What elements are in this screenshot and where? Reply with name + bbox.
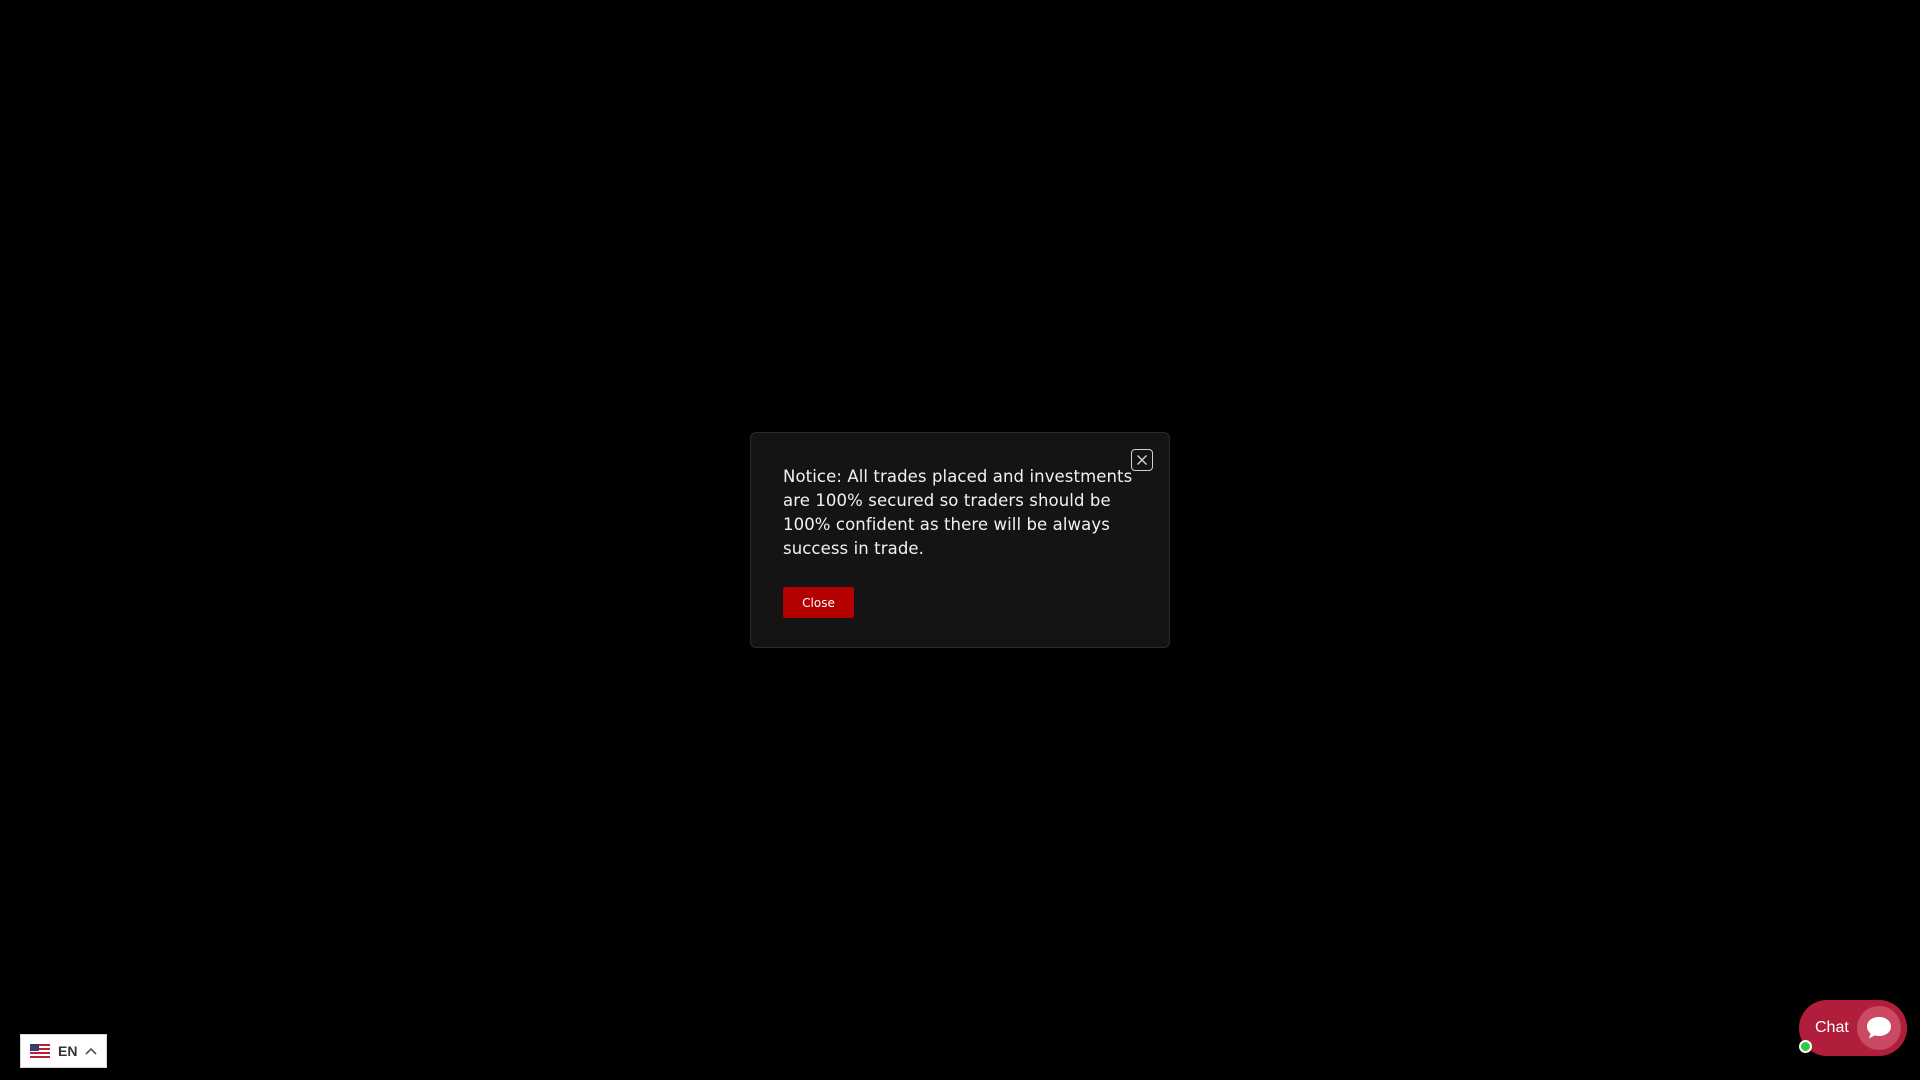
online-status-indicator: [1799, 1040, 1812, 1053]
us-flag-icon: [30, 1044, 50, 1058]
close-icon: [1137, 455, 1147, 465]
notice-modal: Notice: All trades placed and investment…: [750, 432, 1170, 648]
page-backdrop: Notice: All trades placed and investment…: [0, 0, 1920, 1080]
chat-widget-button[interactable]: Chat: [1799, 1000, 1907, 1056]
chevron-up-icon: [85, 1047, 98, 1055]
language-switcher[interactable]: EN: [20, 1034, 107, 1068]
chat-bubble-icon: [1867, 1017, 1891, 1039]
notice-message: Notice: All trades placed and investment…: [783, 467, 1133, 558]
modal-close-icon-button[interactable]: [1131, 449, 1153, 471]
chat-label: Chat: [1815, 1019, 1849, 1036]
close-button[interactable]: Close: [783, 587, 854, 618]
language-code: EN: [58, 1043, 78, 1059]
chat-bubble-container: [1857, 1006, 1901, 1050]
